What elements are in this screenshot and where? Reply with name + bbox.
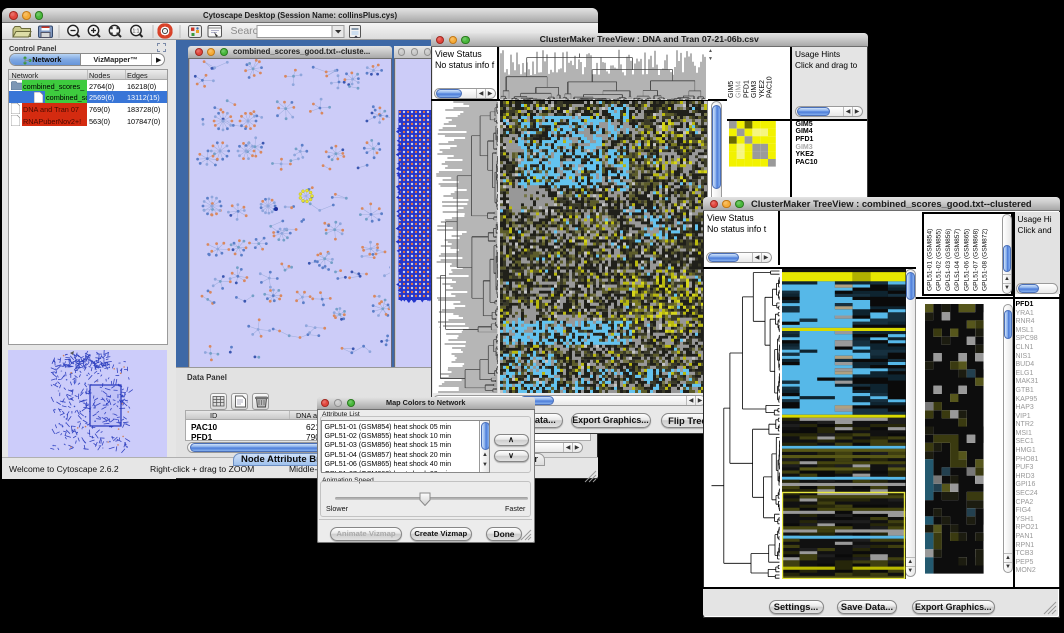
svg-text:GPL51-06 (GSM865): GPL51-06 (GSM865) [963,229,970,291]
svg-text:GPL51-04 (GSM857): GPL51-04 (GSM857) [954,229,961,291]
svg-text:GIM4: GIM4 [736,80,743,97]
svg-text:GPL51-02 (GSM855): GPL51-02 (GSM855) [935,229,942,291]
svg-text:GIM5: GIM5 [728,80,735,97]
svg-text:GPL51-01 (GSM854): GPL51-01 (GSM854) [926,229,933,291]
svg-text:PAC10: PAC10 [767,76,774,98]
svg-text:GIM3: GIM3 [751,80,758,97]
svg-text:GPL51-03 (GSM856): GPL51-03 (GSM856) [944,229,951,291]
svg-text:YKE2: YKE2 [759,79,766,97]
svg-text:PFD1: PFD1 [743,80,750,98]
svg-text:GPL51-08 (GSM872): GPL51-08 (GSM872) [981,229,988,291]
svg-text:GPL51-07 (GSM868): GPL51-07 (GSM868) [972,229,979,291]
